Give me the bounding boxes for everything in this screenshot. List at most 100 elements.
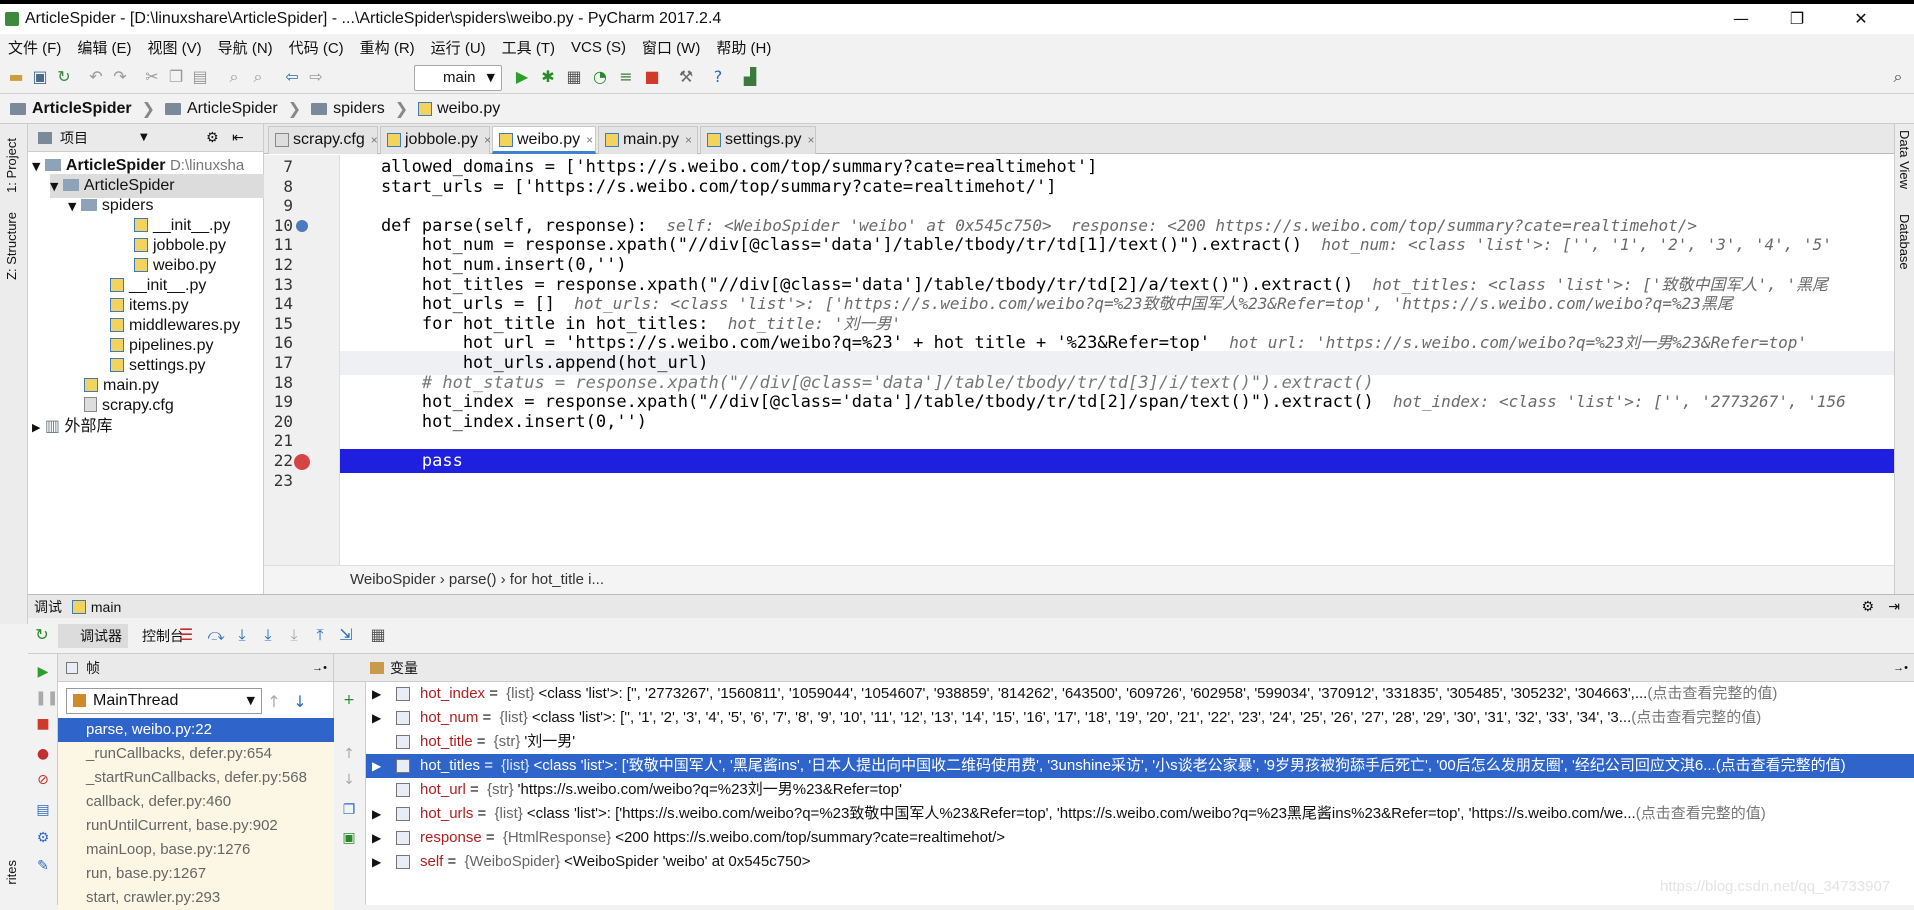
paste-icon[interactable]: ▤ bbox=[190, 67, 210, 87]
variable-row[interactable]: ▶ hot_num = {list} <class 'list'>: ['', '1… bbox=[366, 706, 1914, 730]
redo-icon[interactable]: ↷ bbox=[110, 67, 130, 87]
replace-icon[interactable]: ⌕ bbox=[248, 67, 268, 87]
concurrency-icon[interactable]: ≡ bbox=[616, 67, 636, 87]
database-tool-tab[interactable]: Database bbox=[1897, 214, 1912, 270]
expand-icon[interactable]: ▶ bbox=[372, 826, 381, 850]
frame-row[interactable]: run, base.py:1267 bbox=[58, 862, 334, 886]
thread-select[interactable]: MainThread ▼ bbox=[66, 688, 262, 714]
expand-icon[interactable]: ▶ bbox=[372, 706, 381, 730]
breakpoint-icon[interactable] bbox=[294, 454, 310, 470]
rerun-icon[interactable]: ↻ bbox=[32, 625, 52, 645]
mute-breakpoints-icon[interactable]: ⊘ bbox=[35, 772, 51, 788]
move-down-icon[interactable]: ↓ bbox=[341, 772, 357, 788]
get-thread-dump-icon[interactable]: ▤ bbox=[35, 802, 51, 818]
project-view-selector[interactable]: 项目 bbox=[60, 130, 88, 146]
settings-icon[interactable]: ⚒ bbox=[676, 67, 696, 87]
next-frame-icon[interactable]: ↓ bbox=[290, 692, 310, 712]
tab-debugger[interactable]: 调试器 bbox=[58, 624, 128, 648]
show-values-icon[interactable]: ▣ bbox=[341, 830, 357, 846]
variable-row[interactable]: ▶ hot_urls = {list} <class 'list'>: ['http… bbox=[366, 802, 1914, 826]
step-over-icon[interactable]: ⤼ bbox=[206, 625, 226, 645]
evaluate-expression-icon[interactable]: ▦ bbox=[368, 625, 388, 645]
help-icon[interactable]: ? bbox=[708, 67, 728, 87]
close-button[interactable]: ✕ bbox=[1838, 4, 1884, 34]
tab-settings[interactable]: settings.py × bbox=[700, 126, 816, 154]
frame-row[interactable]: start, crawler.py:293 bbox=[58, 886, 334, 910]
stop-icon[interactable]: ■ bbox=[35, 716, 51, 732]
tree-item-external-libraries[interactable]: ▶ ▥ 外部库 bbox=[32, 414, 113, 438]
view-breakpoints-icon[interactable]: ● bbox=[35, 746, 51, 762]
code-line[interactable]: start_urls = ['https://s.weibo.com/top/s… bbox=[340, 175, 1057, 199]
step-into-icon[interactable]: ⤓ bbox=[232, 625, 252, 645]
frame-row[interactable]: parse, weibo.py:22 bbox=[58, 718, 334, 742]
profile-icon[interactable]: ◔ bbox=[590, 67, 610, 87]
expand-icon[interactable]: ▼ bbox=[32, 160, 40, 173]
frame-row[interactable]: _startRunCallbacks, defer.py:568 bbox=[58, 766, 334, 790]
menu-code[interactable]: 代码 (C) bbox=[281, 37, 352, 58]
close-tab-icon[interactable]: × bbox=[807, 133, 814, 147]
variable-row[interactable]: ▶ hot_titles = {list} <class 'list'>: ['致敬… bbox=[366, 754, 1914, 778]
expand-icon[interactable]: ▶ bbox=[32, 421, 40, 434]
code-line[interactable]: hot_index.insert(0,'') bbox=[340, 410, 647, 434]
variable-row[interactable]: ▶ hot_index = {list} <class 'list'>: ['', … bbox=[366, 682, 1914, 706]
save-icon[interactable]: ▣ bbox=[30, 67, 50, 87]
run-icon[interactable]: ▶ bbox=[512, 67, 532, 87]
menu-tools[interactable]: 工具 (T) bbox=[494, 37, 563, 58]
resume-icon[interactable]: ▶ bbox=[35, 664, 51, 680]
menu-help[interactable]: 帮助 (H) bbox=[708, 37, 779, 58]
view-full-value-link[interactable]: (点击查看完整的值) bbox=[1631, 709, 1761, 726]
frame-row[interactable]: callback, defer.py:460 bbox=[58, 790, 334, 814]
breadcrumb-spiders[interactable]: spiders ❯ bbox=[301, 99, 408, 119]
hide-panel-icon[interactable]: ⇥ bbox=[1888, 595, 1900, 619]
step-into-my-code-icon[interactable]: ⤓ bbox=[258, 625, 278, 645]
view-full-value-link[interactable]: (点击查看完整的值) bbox=[1716, 757, 1846, 774]
expand-icon[interactable]: ▶ bbox=[372, 850, 381, 874]
variable-row[interactable]: ▶ response = {HtmlResponse} <200 https://s… bbox=[366, 826, 1914, 850]
view-full-value-link[interactable]: (点击查看完整的值) bbox=[1636, 805, 1766, 822]
hide-panel-icon[interactable]: ⇤ bbox=[232, 124, 244, 152]
coverage-icon[interactable]: ▦ bbox=[564, 67, 584, 87]
close-tab-icon[interactable]: × bbox=[586, 133, 593, 147]
expand-icon[interactable]: ▶ bbox=[372, 802, 381, 826]
override-icon[interactable] bbox=[296, 219, 308, 232]
sync-icon[interactable]: ↻ bbox=[54, 67, 74, 87]
expand-icon[interactable]: ▶ bbox=[372, 754, 381, 778]
favorites-tool-tab[interactable]: rites bbox=[4, 860, 19, 885]
menu-run[interactable]: 运行 (U) bbox=[423, 37, 494, 58]
close-tab-icon[interactable]: × bbox=[484, 133, 491, 147]
expand-icon[interactable]: ▼ bbox=[50, 180, 58, 193]
gear-icon[interactable]: ⚙ bbox=[206, 124, 219, 152]
line-number-gutter[interactable]: 7 8 9 10 11 12 13 14 15 16 17 18 19 20 21 22 23 bbox=[264, 155, 340, 565]
view-full-value-link[interactable]: (点击查看完整的值) bbox=[1647, 685, 1777, 702]
debug-icon[interactable]: ✱ bbox=[538, 67, 558, 87]
tab-main[interactable]: main.py × bbox=[598, 126, 698, 154]
menu-edit[interactable]: 编辑 (E) bbox=[69, 37, 139, 58]
stop-icon[interactable]: ■ bbox=[642, 67, 662, 87]
code-line[interactable]: pass bbox=[340, 449, 1894, 473]
variable-row[interactable]: ▶ self = {WeiboSpider} <WeiboSpider 'weibo… bbox=[366, 850, 1914, 874]
forward-icon[interactable]: ⇨ bbox=[306, 67, 326, 87]
expand-icon[interactable]: ▶ bbox=[372, 682, 381, 706]
close-tab-icon[interactable]: × bbox=[685, 133, 692, 147]
run-config-select[interactable]: main ▼ bbox=[414, 65, 502, 91]
variable-row[interactable]: hot_title = {str} '刘一男' bbox=[366, 730, 1914, 754]
debug-config-name[interactable]: main bbox=[91, 599, 121, 615]
find-icon[interactable]: ⌕ bbox=[224, 67, 244, 87]
pause-icon[interactable]: ❚❚ bbox=[35, 690, 58, 706]
vcs-icon[interactable]: ▟ bbox=[740, 67, 760, 87]
frame-row[interactable]: mainLoop, base.py:1276 bbox=[58, 838, 334, 862]
menu-navigate[interactable]: 导航 (N) bbox=[210, 37, 281, 58]
project-tool-tab[interactable]: 1: Project bbox=[4, 138, 19, 193]
menu-refactor[interactable]: 重构 (R) bbox=[352, 37, 423, 58]
undo-icon[interactable]: ↶ bbox=[86, 67, 106, 87]
gear-icon[interactable]: ⚙ bbox=[1861, 595, 1874, 619]
show-execution-point-icon[interactable]: ☰ bbox=[176, 625, 196, 645]
data-view-tool-tab[interactable]: Data View bbox=[1897, 130, 1912, 189]
move-up-icon[interactable]: ↑ bbox=[341, 746, 357, 762]
hide-panel-icon[interactable]: →• bbox=[1893, 654, 1908, 682]
new-watch-icon[interactable]: + bbox=[341, 692, 357, 708]
tab-scrapy-cfg[interactable]: scrapy.cfg × bbox=[268, 126, 378, 154]
breadcrumb-project[interactable]: ArticleSpider ❯ bbox=[0, 99, 155, 119]
copy-icon[interactable]: ❐ bbox=[166, 67, 186, 87]
minimize-button[interactable]: — bbox=[1718, 4, 1764, 34]
